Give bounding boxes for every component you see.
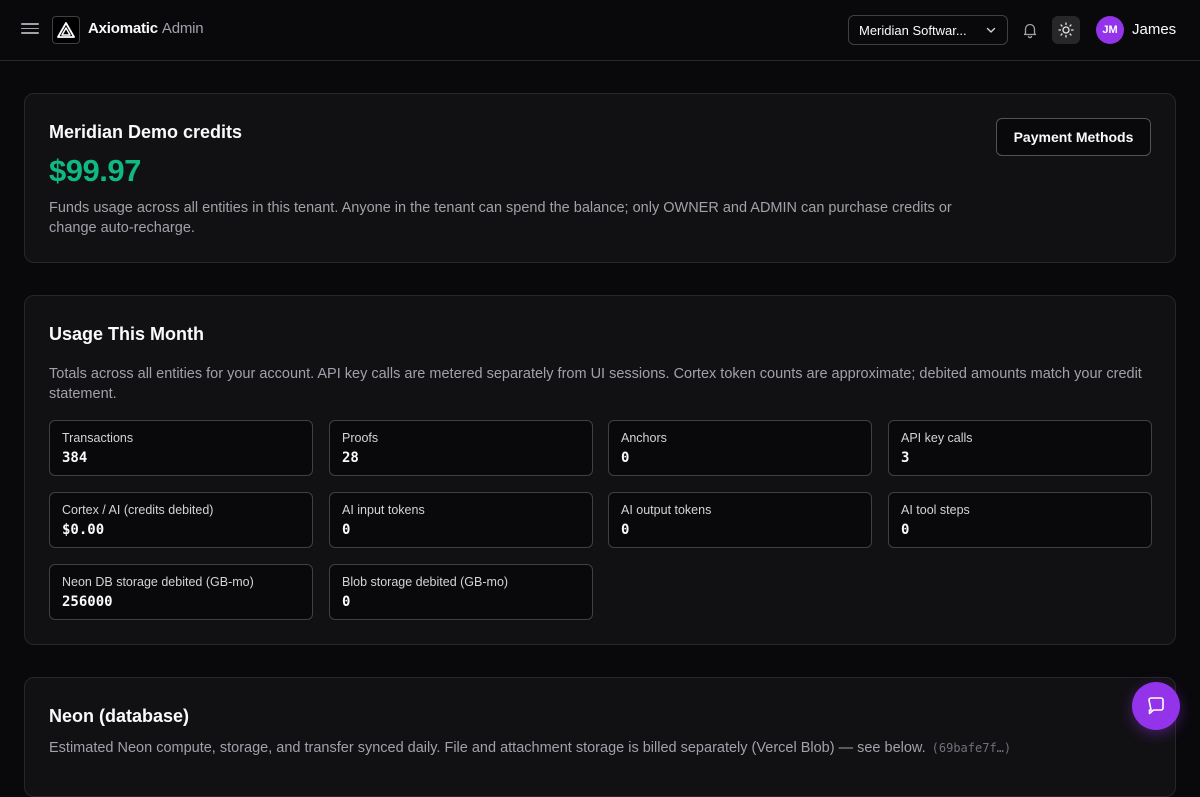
stat-label: Cortex / AI (credits debited) — [62, 503, 214, 517]
bell-icon[interactable] — [1020, 20, 1040, 40]
tenant-select-label: Meridian Softwar... — [859, 22, 967, 38]
brand-name: Axiomatic — [88, 20, 158, 37]
credits-description: Funds usage across all entities in this … — [49, 200, 952, 236]
stat-ai-output-tokens: AI output tokens 0 — [608, 492, 872, 548]
logo-icon[interactable] — [52, 16, 80, 44]
menu-icon[interactable] — [20, 20, 40, 40]
stat-value: 3 — [901, 450, 910, 466]
chat-icon — [1148, 697, 1164, 715]
stat-label: Proofs — [342, 431, 379, 445]
user-name[interactable]: James — [1132, 21, 1176, 38]
stat-neon-db-storage: Neon DB storage debited (GB-mo) 256000 — [49, 564, 313, 620]
stat-value: 0 — [621, 522, 630, 538]
neon-title: Neon (database) — [49, 706, 190, 726]
stat-ai-tool-steps: AI tool steps 0 — [888, 492, 1152, 548]
stat-transactions: Transactions 384 — [49, 420, 313, 476]
stat-label: API key calls — [901, 431, 973, 445]
stat-label: Blob storage debited (GB-mo) — [342, 575, 509, 589]
payment-methods-button[interactable]: Payment Methods — [996, 118, 1151, 156]
chevron-down-icon — [986, 27, 996, 33]
brand-suffix: Admin — [161, 20, 204, 37]
stat-label: AI tool steps — [901, 503, 970, 517]
usage-description: Totals across all entities for your acco… — [49, 366, 1142, 402]
neon-description-text: Estimated Neon compute, storage, and tra… — [49, 740, 926, 756]
credits-card: Meridian Demo credits $99.97 Funds usage… — [24, 93, 1176, 263]
neon-card: Neon (database) Estimated Neon compute, … — [24, 677, 1176, 797]
stat-label: Neon DB storage debited (GB-mo) — [62, 575, 254, 589]
stat-value: 256000 — [62, 594, 113, 610]
stat-anchors: Anchors 0 — [608, 420, 872, 476]
stat-label: Transactions — [62, 431, 134, 445]
avatar[interactable]: JM — [1096, 16, 1124, 44]
stat-value: 0 — [901, 522, 910, 538]
stat-value: 384 — [62, 450, 88, 466]
usage-card: Usage This Month Totals across all entit… — [24, 295, 1176, 645]
credits-title: Meridian Demo credits — [49, 122, 243, 142]
sun-icon — [1058, 22, 1074, 38]
tenant-select[interactable]: Meridian Softwar... — [848, 15, 1008, 45]
credits-balance: $99.97 — [49, 153, 141, 188]
stat-cortex-ai: Cortex / AI (credits debited) $0.00 — [49, 492, 313, 548]
stat-label: AI input tokens — [342, 503, 425, 517]
stat-value: 28 — [342, 450, 359, 466]
stat-label: Anchors — [621, 431, 667, 445]
stat-ai-input-tokens: AI input tokens 0 — [329, 492, 593, 548]
stat-blob-storage: Blob storage debited (GB-mo) 0 — [329, 564, 593, 620]
usage-title: Usage This Month — [49, 324, 205, 344]
neon-id-code: (69bafe7f…) — [931, 741, 1012, 755]
neon-description: Estimated Neon compute, storage, and tra… — [49, 738, 1149, 758]
stat-proofs: Proofs 28 — [329, 420, 593, 476]
stat-value: 0 — [621, 450, 630, 466]
stat-value: 0 — [342, 522, 351, 538]
brand-title: Axiomatic Admin — [88, 20, 204, 37]
stat-value: $0.00 — [62, 522, 105, 538]
stat-api-key-calls: API key calls 3 — [888, 420, 1152, 476]
stat-value: 0 — [342, 594, 351, 610]
top-bar: Axiomatic Admin Meridian Softwar... JM Ja… — [0, 0, 1200, 61]
theme-toggle-button[interactable] — [1052, 16, 1080, 44]
stat-label: AI output tokens — [621, 503, 712, 517]
chat-button[interactable] — [1132, 682, 1180, 730]
